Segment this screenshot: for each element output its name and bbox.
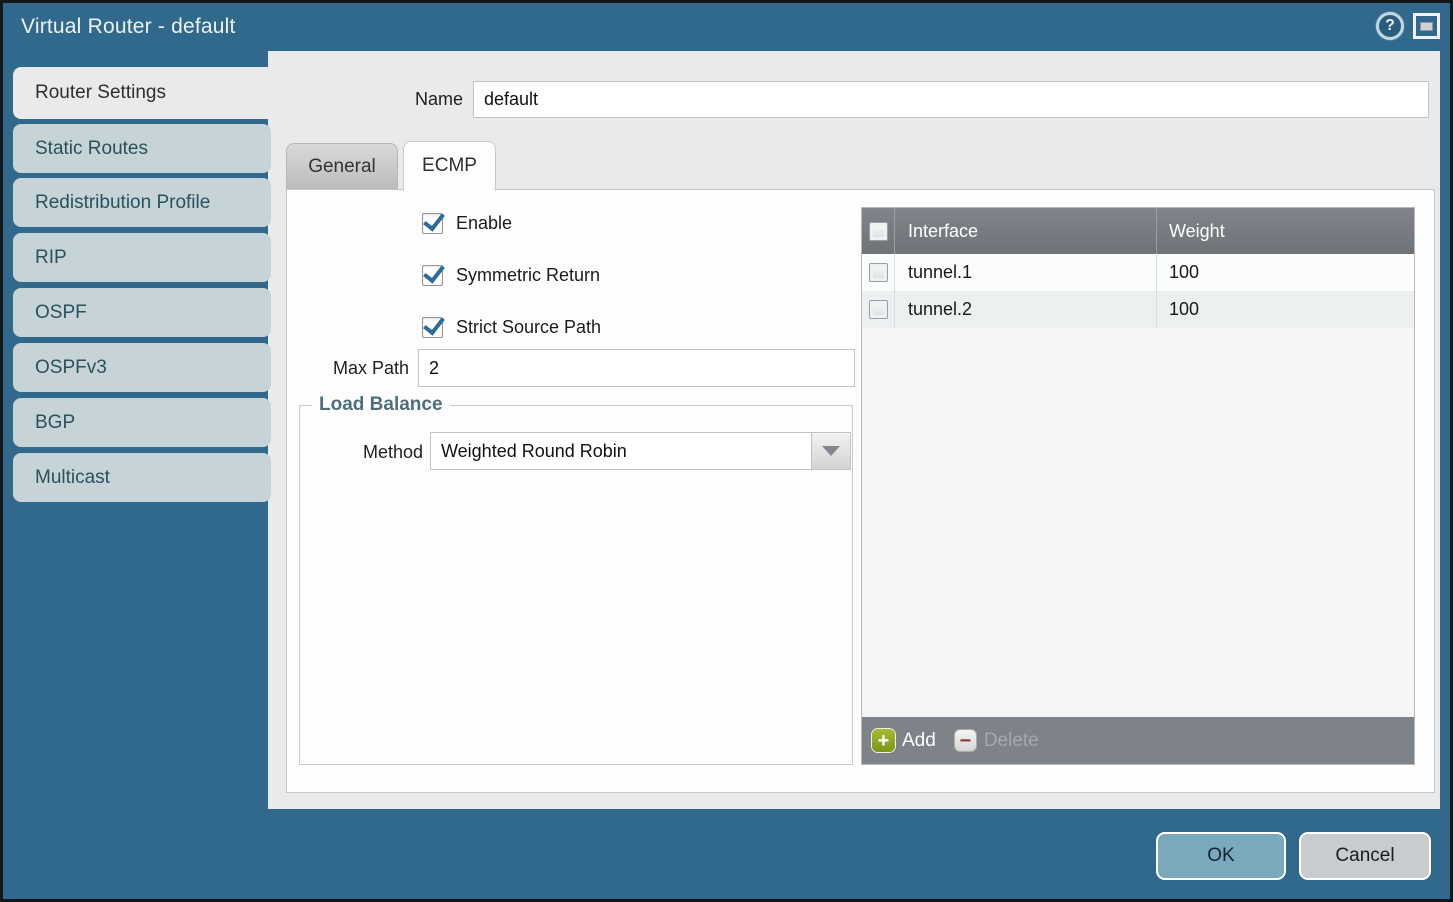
enable-checkbox[interactable] — [422, 213, 443, 234]
table-row[interactable]: tunnel.2 100 — [862, 291, 1414, 328]
add-button-label: Add — [902, 730, 936, 752]
table-row[interactable]: tunnel.1 100 — [862, 254, 1414, 291]
add-button[interactable]: + Add — [872, 729, 936, 752]
sidebar-item-multicast[interactable]: Multicast — [13, 453, 271, 502]
enable-label: Enable — [456, 213, 512, 234]
name-label: Name — [333, 89, 463, 110]
cell-interface: tunnel.1 — [895, 254, 1157, 291]
method-dropdown-button[interactable] — [811, 433, 850, 469]
minus-icon: − — [954, 729, 977, 752]
table-empty-area — [862, 328, 1414, 717]
cell-weight: 100 — [1157, 262, 1414, 283]
max-path-label: Max Path — [303, 358, 409, 379]
strict-source-path-checkbox[interactable] — [422, 317, 443, 338]
cancel-button[interactable]: Cancel — [1299, 832, 1431, 880]
maximize-icon-inner — [1420, 22, 1433, 31]
table-footer: + Add − Delete — [862, 717, 1414, 764]
cell-weight: 100 — [1157, 299, 1414, 320]
dialog-title: Virtual Router - default — [21, 3, 236, 51]
chevron-down-icon — [822, 446, 840, 456]
sidebar-item-redistribution-profile[interactable]: Redistribution Profile — [13, 178, 271, 227]
cell-interface: tunnel.2 — [895, 291, 1157, 328]
sidebar-item-ospf[interactable]: OSPF — [13, 288, 271, 337]
row-checkbox[interactable] — [869, 300, 888, 319]
help-icon[interactable]: ? — [1376, 12, 1404, 40]
select-all-checkbox[interactable] — [869, 222, 888, 241]
interface-table: Interface Weight tunnel.1 100 tunnel.2 1… — [861, 207, 1415, 765]
sidebar-item-static-routes[interactable]: Static Routes — [13, 124, 271, 173]
sidebar-item-bgp[interactable]: BGP — [13, 398, 271, 447]
load-balance-legend: Load Balance — [312, 394, 450, 416]
dialog-titlebar: Virtual Router - default ? — [3, 3, 1450, 51]
strict-source-path-label: Strict Source Path — [456, 317, 601, 338]
max-path-input[interactable] — [418, 349, 855, 387]
table-header-row: Interface Weight — [862, 208, 1414, 254]
sidebar-item-ospfv3[interactable]: OSPFv3 — [13, 343, 271, 392]
delete-button-label: Delete — [984, 730, 1039, 752]
delete-button[interactable]: − Delete — [954, 729, 1039, 752]
row-checkbox[interactable] — [869, 263, 888, 282]
plus-icon: + — [872, 729, 895, 752]
virtual-router-dialog: Virtual Router - default ? Router Settin… — [0, 0, 1453, 902]
sidebar-item-rip[interactable]: RIP — [13, 233, 271, 282]
tab-ecmp[interactable]: ECMP — [403, 141, 496, 191]
symmetric-return-label: Symmetric Return — [456, 265, 600, 286]
maximize-icon[interactable] — [1413, 13, 1440, 39]
symmetric-return-checkbox[interactable] — [422, 265, 443, 286]
method-label: Method — [323, 442, 423, 463]
name-input[interactable] — [473, 81, 1429, 118]
column-header-interface: Interface — [908, 221, 978, 242]
ok-button[interactable]: OK — [1156, 832, 1286, 880]
method-value: Weighted Round Robin — [441, 433, 627, 469]
column-header-weight: Weight — [1169, 221, 1225, 241]
tab-general[interactable]: General — [286, 143, 398, 189]
sidebar-item-router-settings[interactable]: Router Settings — [13, 67, 273, 119]
method-dropdown[interactable]: Weighted Round Robin — [430, 432, 851, 470]
